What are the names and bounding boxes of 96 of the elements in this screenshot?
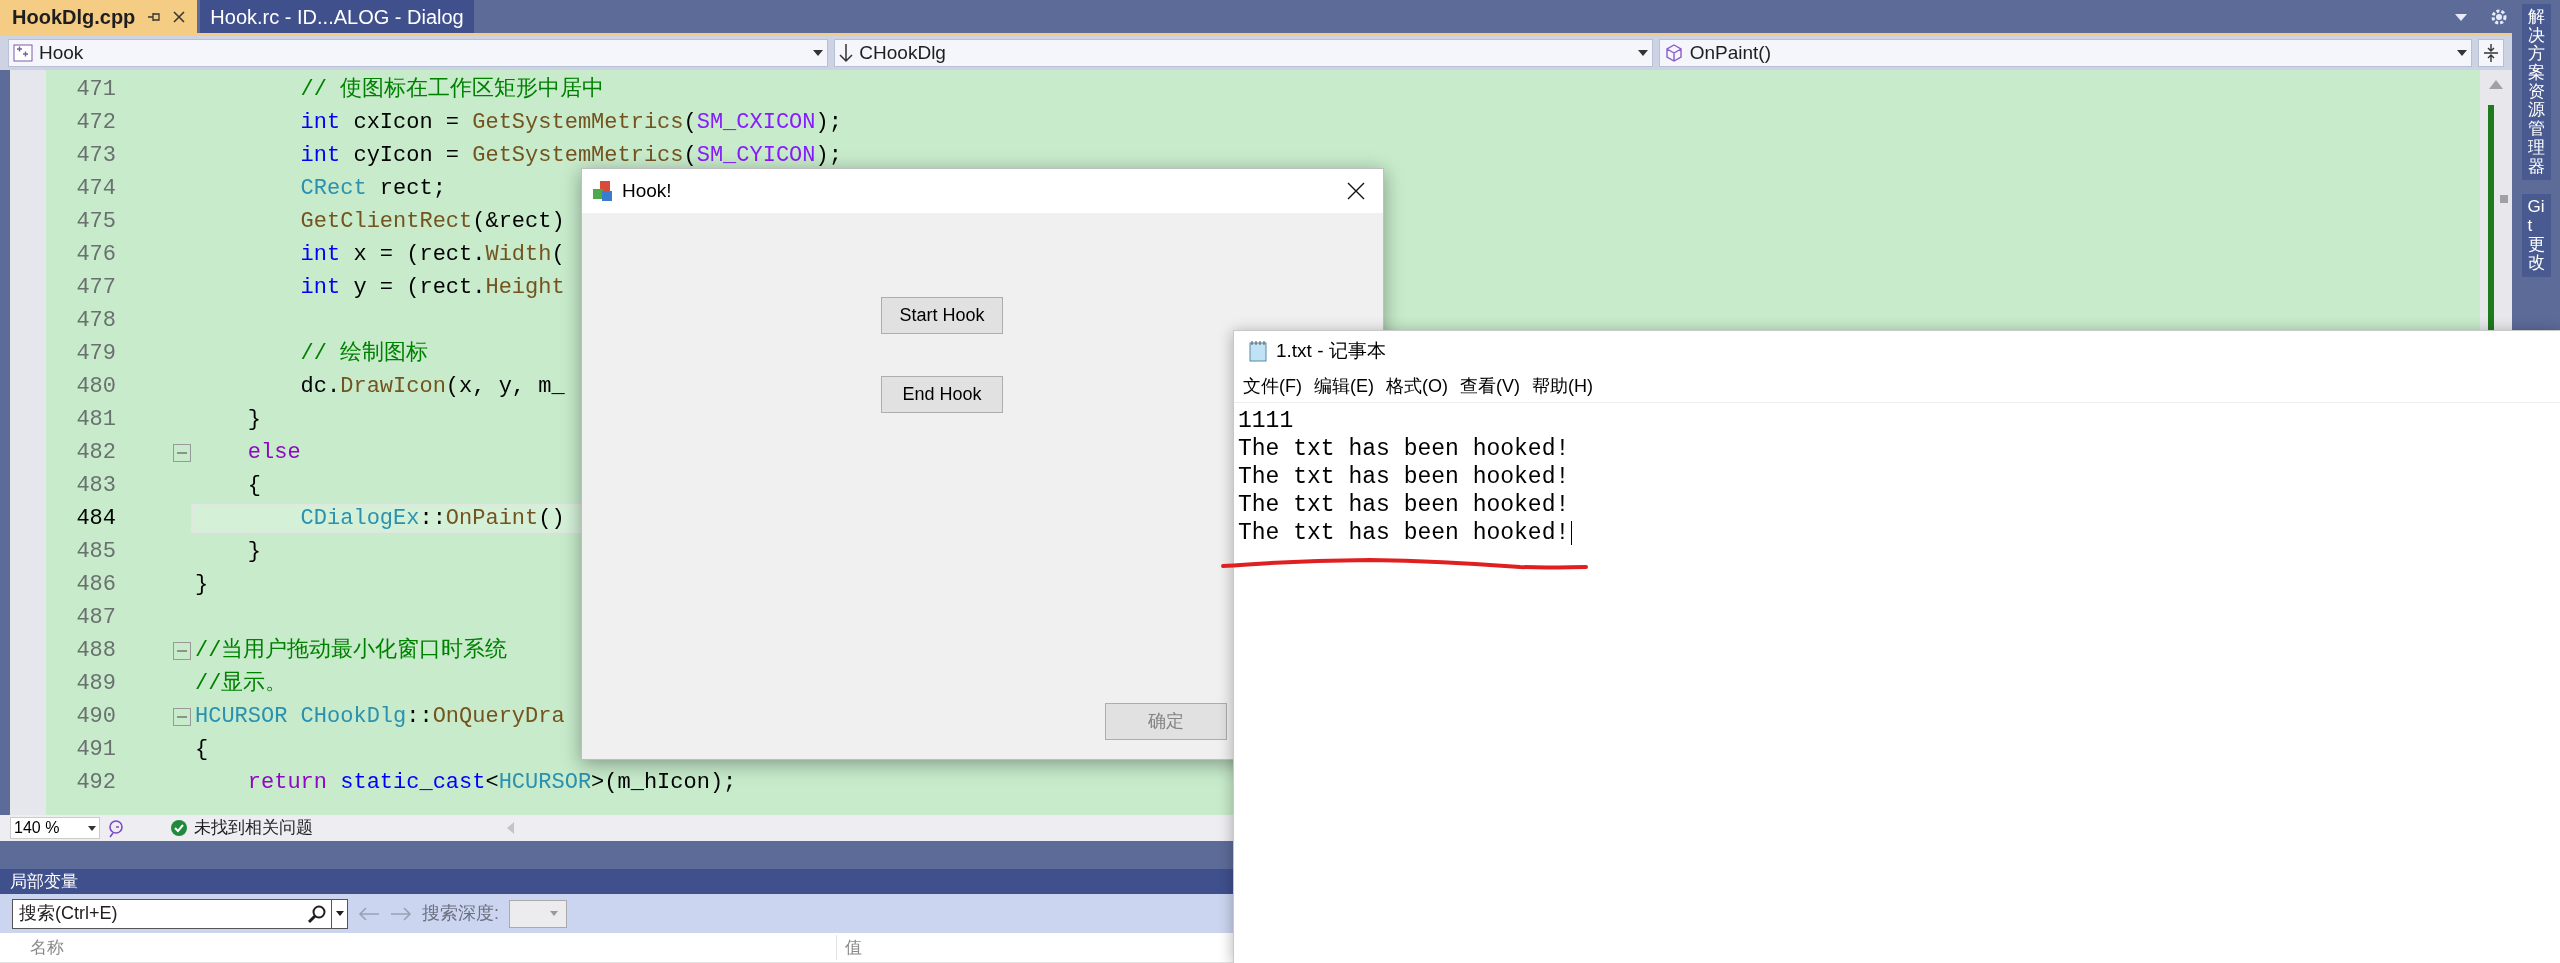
- line-number: 478: [75, 307, 116, 335]
- app-icon: [592, 180, 614, 202]
- menu-item[interactable]: 文件(F): [1240, 373, 1305, 400]
- code-line: CRect rect;: [299, 175, 446, 203]
- side-panel-tab[interactable]: 解决方案资源管理器: [2521, 4, 2551, 181]
- zoom-dropdown[interactable]: 140 %: [10, 817, 100, 839]
- scroll-thumb[interactable]: [2500, 195, 2508, 203]
- code-line: return static_cast<HCURSOR>(m_hIcon);: [246, 769, 737, 797]
- code-line: }: [246, 406, 261, 434]
- menu-item[interactable]: 帮助(H): [1529, 373, 1596, 400]
- dialog-button[interactable]: End Hook: [881, 376, 1003, 413]
- line-number: 486: [75, 571, 116, 599]
- line-number: 489: [75, 670, 116, 698]
- line-number: 492: [75, 769, 116, 797]
- code-line: int x = (rect.Width(: [299, 241, 565, 269]
- project-name: Hook: [39, 40, 85, 65]
- window-title: 1.txt - 记事本: [1276, 338, 1386, 363]
- search-box[interactable]: 搜索(Ctrl+E): [12, 898, 348, 929]
- window-title: Hook!: [622, 178, 673, 203]
- text-line: The txt has been hooked!: [1238, 491, 1570, 519]
- member-name: OnPaint(): [1689, 40, 1772, 65]
- line-number: 479: [75, 340, 116, 368]
- search-icon[interactable]: [307, 903, 327, 924]
- text-line: 1111: [1238, 407, 1294, 435]
- code-line: {: [246, 472, 261, 500]
- line-number: 481: [75, 406, 116, 434]
- line-number: 477: [75, 274, 116, 302]
- code-line: int y = (rect.Height: [299, 274, 565, 302]
- line-number: 476: [75, 241, 116, 269]
- pin-icon[interactable]: [147, 10, 162, 23]
- down-arrow-icon: [839, 43, 854, 63]
- code-line: {: [195, 736, 209, 764]
- check-circle-icon: [170, 819, 188, 837]
- editor-tab[interactable]: Hook.rc - ID...ALOG - Dialog: [200, 0, 474, 33]
- collapse-icon[interactable]: [173, 443, 191, 462]
- class-name: CHookDlg: [859, 40, 947, 65]
- column-header[interactable]: 值: [836, 934, 862, 961]
- close-icon[interactable]: [1347, 182, 1365, 200]
- depth-label: 搜索深度:: [422, 902, 499, 925]
- line-number: 485: [75, 538, 116, 566]
- caret-icon[interactable]: [335, 911, 344, 916]
- code-line: }: [195, 571, 209, 599]
- split-icon: [2483, 43, 2499, 63]
- issues-status[interactable]: 未找到相关问题: [194, 815, 313, 841]
- menu-item[interactable]: 查看(V): [1457, 373, 1523, 400]
- code-line: // 使图标在工作区矩形中居中: [299, 76, 605, 104]
- code-line: int cxIcon = GetSystemMetrics(SM_CXICON);: [299, 109, 842, 137]
- class-dropdown[interactable]: CHookDlg: [834, 39, 1653, 67]
- line-number: 487: [75, 604, 116, 632]
- code-line: GetClientRect(&rect): [299, 208, 565, 236]
- text-line: The txt has been hooked!: [1238, 435, 1570, 463]
- member-dropdown[interactable]: OnPaint(): [1658, 39, 2473, 67]
- code-line: // 绘制图标: [299, 340, 429, 368]
- text-line: The txt has been hooked!: [1238, 519, 1570, 547]
- caret-icon: [88, 825, 96, 831]
- project-icon: [13, 44, 33, 62]
- line-number: 474: [75, 175, 116, 203]
- project-dropdown[interactable]: Hook: [8, 39, 829, 67]
- collapse-icon[interactable]: [173, 707, 191, 726]
- menu-item[interactable]: 格式(O): [1383, 373, 1451, 400]
- code-line: }: [246, 538, 261, 566]
- line-number: 473: [75, 142, 116, 170]
- caret-icon: [1637, 50, 1648, 56]
- menu-item[interactable]: 编辑(E): [1311, 373, 1377, 400]
- line-number: 483: [75, 472, 116, 500]
- code-line: //当用户拖动最小化窗口时系统: [195, 636, 508, 665]
- code-line: else: [246, 439, 301, 467]
- line-number: 475: [75, 208, 116, 236]
- column-header[interactable]: 名称: [0, 934, 836, 961]
- text-line: The txt has been hooked!: [1238, 463, 1570, 491]
- line-number: 484: [75, 505, 116, 533]
- line-number: 471: [75, 76, 116, 104]
- code-line: //显示。: [195, 670, 288, 698]
- line-number: 472: [75, 109, 116, 137]
- line-number: 480: [75, 373, 116, 401]
- code-line: int cyIcon = GetSystemMetrics(SM_CYICON);: [299, 142, 842, 170]
- collapse-icon[interactable]: [173, 641, 191, 660]
- code-line: dc.DrawIcon(x, y, m_: [299, 373, 565, 401]
- panel-title: 局部变量: [10, 870, 78, 893]
- line-number: 490: [75, 703, 116, 731]
- caret-icon: [813, 50, 824, 56]
- line-number: 491: [75, 736, 116, 764]
- side-panel-tab[interactable]: Git 更改: [2521, 194, 2551, 277]
- dialog-button[interactable]: Start Hook: [881, 297, 1003, 334]
- line-number: 488: [75, 637, 116, 665]
- caret-icon: [2457, 50, 2468, 56]
- text-caret: [1571, 521, 1573, 545]
- line-number: 482: [75, 439, 116, 467]
- notepad-icon: [1248, 340, 1268, 362]
- caret-icon: [550, 911, 558, 916]
- editor-tab[interactable]: HookDlg.cpp: [0, 0, 198, 33]
- cube-icon: [1663, 43, 1684, 63]
- split-window-button[interactable]: [2478, 39, 2504, 67]
- close-icon[interactable]: [173, 10, 186, 23]
- search-field[interactable]: 搜索(Ctrl+E): [13, 899, 307, 928]
- code-line: HCURSOR CHookDlg::OnQueryDra: [195, 703, 565, 731]
